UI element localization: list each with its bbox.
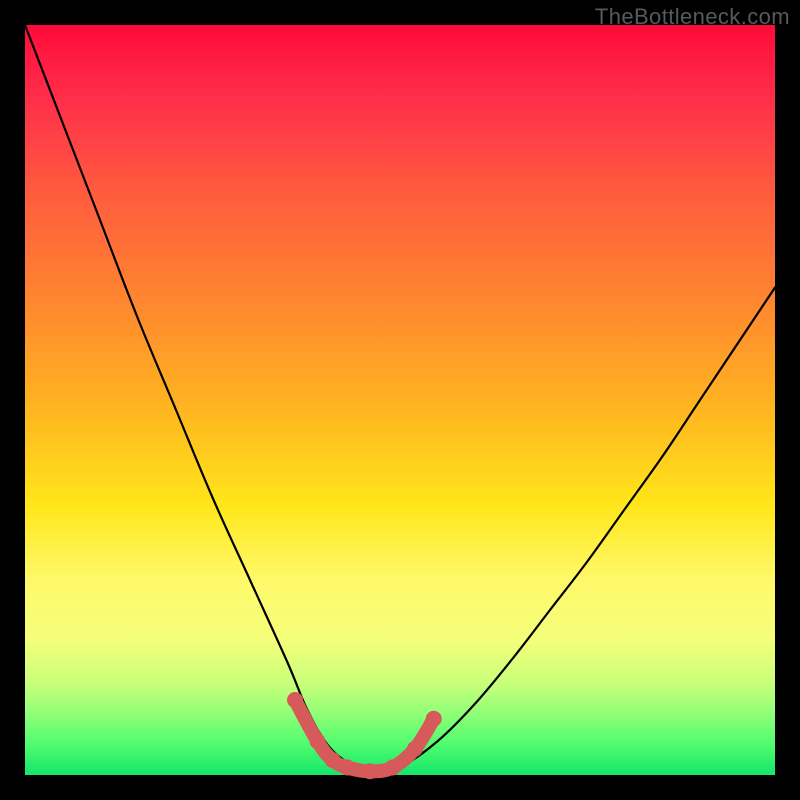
optimal-zone-dot: [310, 733, 326, 749]
watermark-text: TheBottleneck.com: [595, 4, 790, 30]
chart-svg: [25, 25, 775, 775]
bottleneck-curve-path: [25, 25, 775, 771]
optimal-zone-dot: [287, 692, 303, 708]
optimal-zone-dot: [362, 763, 378, 779]
plot-area: [25, 25, 775, 775]
chart-frame: TheBottleneck.com: [0, 0, 800, 800]
optimal-zone-dot: [385, 760, 401, 776]
optimal-zone-dot: [407, 741, 423, 757]
optimal-zone-dot: [426, 711, 442, 727]
optimal-zone-dot: [340, 760, 356, 776]
optimal-zone-dot: [325, 752, 341, 768]
